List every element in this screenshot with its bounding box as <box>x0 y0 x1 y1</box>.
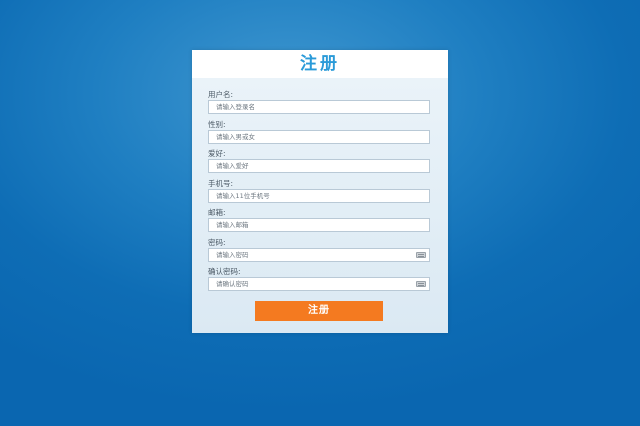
hobby-input-box <box>208 159 430 173</box>
field-hobby: 爱好: <box>208 149 430 173</box>
confirm-password-input[interactable] <box>209 278 416 290</box>
keyboard-icon[interactable] <box>416 281 426 287</box>
username-input-box <box>208 100 430 114</box>
email-label: 邮箱: <box>208 208 226 217</box>
email-input-box <box>208 218 430 232</box>
username-input[interactable] <box>209 101 416 113</box>
field-password: 密码: <box>208 238 430 262</box>
confirm-password-label: 确认密码: <box>208 267 241 276</box>
form-title: 注册 <box>300 54 340 74</box>
confirm-password-input-box <box>208 277 430 291</box>
password-label: 密码: <box>208 238 226 247</box>
field-username: 用户名: <box>208 90 430 114</box>
gender-input-box <box>208 130 430 144</box>
register-button[interactable]: 注册 <box>255 301 383 321</box>
form-header: 注册 <box>192 50 448 78</box>
phone-input[interactable] <box>209 190 416 202</box>
field-phone: 手机号: <box>208 179 430 203</box>
keyboard-icon[interactable] <box>416 252 426 258</box>
gender-label: 性别: <box>208 120 226 129</box>
email-input[interactable] <box>209 219 416 231</box>
phone-input-box <box>208 189 430 203</box>
phone-label: 手机号: <box>208 179 234 188</box>
field-confirm-password: 确认密码: <box>208 267 430 291</box>
gender-input[interactable] <box>209 131 416 143</box>
field-gender: 性别: <box>208 120 430 144</box>
hobby-label: 爱好: <box>208 149 226 158</box>
password-input-box <box>208 248 430 262</box>
username-label: 用户名: <box>208 90 234 99</box>
register-form-card: 注册 用户名: 性别: 爱好: 手机号: 邮箱: 密码: <box>192 50 448 333</box>
field-email: 邮箱: <box>208 208 430 232</box>
hobby-input[interactable] <box>209 160 416 172</box>
password-input[interactable] <box>209 249 416 261</box>
